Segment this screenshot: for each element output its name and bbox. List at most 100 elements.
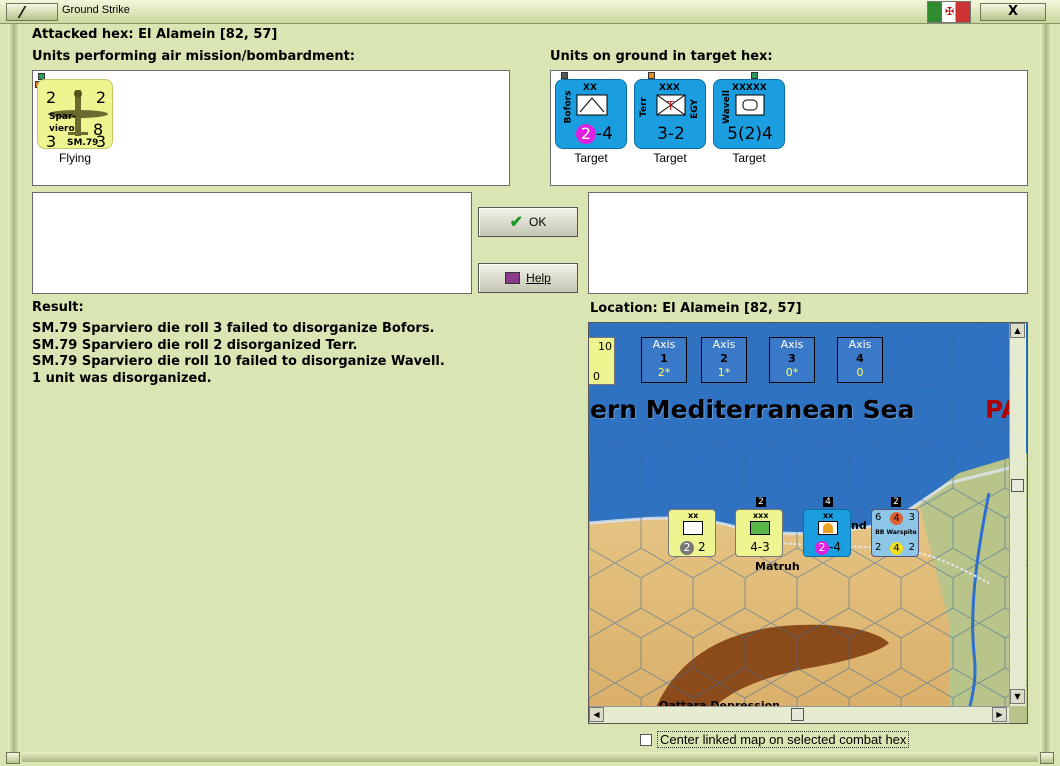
map-unit-symbol-icon: [818, 521, 838, 535]
attacked-hex-label: Attacked hex: El Alamein [82, 57]: [32, 27, 278, 42]
ground-unit-counter[interactable]: XXXXX Wavell 5(2)4: [713, 79, 785, 149]
map-unit-strength: 2: [698, 540, 706, 554]
center-map-checkbox[interactable]: [640, 733, 652, 746]
close-button[interactable]: X: [980, 3, 1046, 21]
axis-box-value: 2*: [657, 366, 671, 379]
map-unit-value: 6: [875, 512, 882, 523]
unit-name: Terr: [638, 97, 649, 117]
window-title: Ground Strike: [62, 4, 130, 16]
axis-box-value: 0*: [785, 366, 799, 379]
map-unit-value: 2: [908, 542, 915, 553]
unit-status: Target: [653, 151, 687, 165]
frame-bottom: [22, 752, 1038, 762]
result-line: SM.79 Sparviero die roll 2 disorganized …: [32, 337, 358, 353]
map-unit-size: xxx: [753, 511, 769, 520]
map-unit-value: 4: [890, 542, 903, 555]
stack-count: 2: [891, 497, 901, 507]
unit-strength-a: 2: [576, 124, 596, 144]
unit-status: Target: [732, 151, 766, 165]
map-unit-strength: -4: [829, 540, 841, 554]
map-unit-name: BB Warspite: [875, 529, 917, 536]
map-unit[interactable]: xx 2 -4: [803, 509, 851, 557]
ground-unit-terr[interactable]: XXX Terr EGY T 3-2 Target: [633, 79, 707, 165]
unit-status: Target: [574, 151, 608, 165]
svg-text:T: T: [666, 99, 675, 113]
axis-box-label: Axis: [848, 338, 872, 351]
ground-unit-detail-box: [588, 192, 1028, 294]
town-label: Matruh: [755, 560, 800, 573]
map-corner-counter[interactable]: 10 0: [589, 337, 615, 385]
scroll-up-icon[interactable]: ▲: [1010, 323, 1025, 338]
resize-grip-left[interactable]: [6, 752, 20, 764]
corner-counter-bottom: 0: [593, 370, 600, 383]
unit-size: XXX: [659, 83, 680, 93]
scroll-thumb[interactable]: [791, 708, 804, 721]
ground-units-list: XX Bofors 2 -4 Target XXX Terr EGY T 3-2…: [550, 70, 1028, 186]
map-unit-value: 2: [815, 541, 829, 555]
map-unit-strength: 4-3: [750, 540, 770, 554]
ground-units-label: Units on ground in target hex:: [550, 49, 773, 64]
unit-side: EGY: [689, 99, 700, 119]
axis-box-3[interactable]: Axis 3 0*: [769, 337, 815, 383]
linked-map[interactable]: 10 0 Axis 1 2* Axis 2 1* Axis 3 0* Axis …: [588, 322, 1028, 724]
unit-name: Bofors: [563, 90, 574, 124]
map-unit-symbol-icon: [750, 521, 770, 535]
axis-box-1[interactable]: Axis 1 2*: [641, 337, 687, 383]
axis-box-label: Axis: [712, 338, 736, 351]
map-unit-value: 2: [680, 541, 694, 555]
scroll-thumb[interactable]: [1011, 479, 1024, 492]
result-log: SM.79 Sparviero die roll 3 failed to dis…: [32, 321, 445, 387]
map-unit-symbol-icon: [683, 521, 703, 535]
air-units-list: 2 2 Spar- viero 8 3 3 SM.79 Flying: [32, 70, 510, 186]
ok-button-label: OK: [529, 215, 547, 229]
ground-unit-counter[interactable]: XXX Terr EGY T 3-2: [634, 79, 706, 149]
map-vertical-scrollbar[interactable]: ▲ ▼: [1009, 323, 1026, 706]
ground-unit-wavell[interactable]: XXXXX Wavell 5(2)4 Target: [712, 79, 786, 165]
scroll-down-icon[interactable]: ▼: [1010, 689, 1025, 704]
location-label: Location: El Alamein [82, 57]: [590, 301, 802, 316]
scroll-right-icon[interactable]: ▶: [992, 707, 1007, 722]
status-marker-icon: [648, 72, 655, 79]
unit-top-left-value: 2: [46, 88, 57, 107]
italy-flag-icon: ✠: [927, 1, 971, 23]
map-horizontal-scrollbar[interactable]: ◀ ▶: [589, 706, 1009, 723]
map-unit-size: xx: [823, 511, 834, 520]
help-button[interactable]: Help: [478, 263, 578, 293]
axis-box-4[interactable]: Axis 4 0: [837, 337, 883, 383]
map-unit-value: 4: [890, 512, 903, 525]
unit-strength: 3-2: [657, 124, 685, 144]
ok-button[interactable]: ✔ OK: [478, 207, 578, 237]
corner-counter-top: 10: [598, 340, 612, 353]
unit-name-line1: Spar-: [49, 112, 77, 122]
map-unit[interactable]: xx 2 2: [668, 509, 716, 557]
air-unit-sm79[interactable]: 2 2 Spar- viero 8 3 3 SM.79 Flying: [35, 79, 115, 165]
unit-strength-b: -4: [596, 124, 613, 144]
sea-label: ern Mediterranean Sea: [590, 395, 915, 424]
title-bar: Ground Strike ✠ X: [0, 0, 1060, 24]
axis-box-2[interactable]: Axis 2 1*: [701, 337, 747, 383]
air-unit-counter[interactable]: 2 2 Spar- viero 8 3 3 SM.79: [37, 79, 113, 151]
scroll-left-icon[interactable]: ◀: [589, 707, 604, 722]
axis-box-num: 3: [788, 352, 796, 365]
frame-right: [1040, 24, 1052, 752]
axis-box-num: 4: [856, 352, 864, 365]
partial-place-label: nd: [851, 519, 867, 532]
unit-type: SM.79: [67, 138, 99, 148]
center-map-label[interactable]: Center linked map on selected combat hex: [657, 731, 910, 748]
help-book-icon: [505, 272, 521, 284]
air-units-label: Units performing air mission/bombardment…: [32, 49, 356, 64]
axis-box-num: 1: [660, 352, 668, 365]
frame-left: [8, 24, 20, 752]
axis-box-label: Axis: [652, 338, 676, 351]
resize-grip-right[interactable]: [1040, 752, 1054, 764]
stack-count: 4: [823, 497, 833, 507]
ground-unit-counter[interactable]: XX Bofors 2 -4: [555, 79, 627, 149]
unit-size: XXXXX: [732, 83, 767, 93]
map-unit-warship[interactable]: 6 4 3 BB Warspite 2 4 2: [871, 509, 919, 557]
ground-unit-bofors[interactable]: XX Bofors 2 -4 Target: [554, 79, 628, 165]
map-unit[interactable]: xxx 4-3: [735, 509, 783, 557]
anti-aircraft-icon: [576, 94, 608, 116]
unit-status: Flying: [58, 151, 91, 165]
center-map-option[interactable]: Center linked map on selected combat hex: [640, 731, 910, 748]
system-menu-button[interactable]: [6, 3, 58, 21]
